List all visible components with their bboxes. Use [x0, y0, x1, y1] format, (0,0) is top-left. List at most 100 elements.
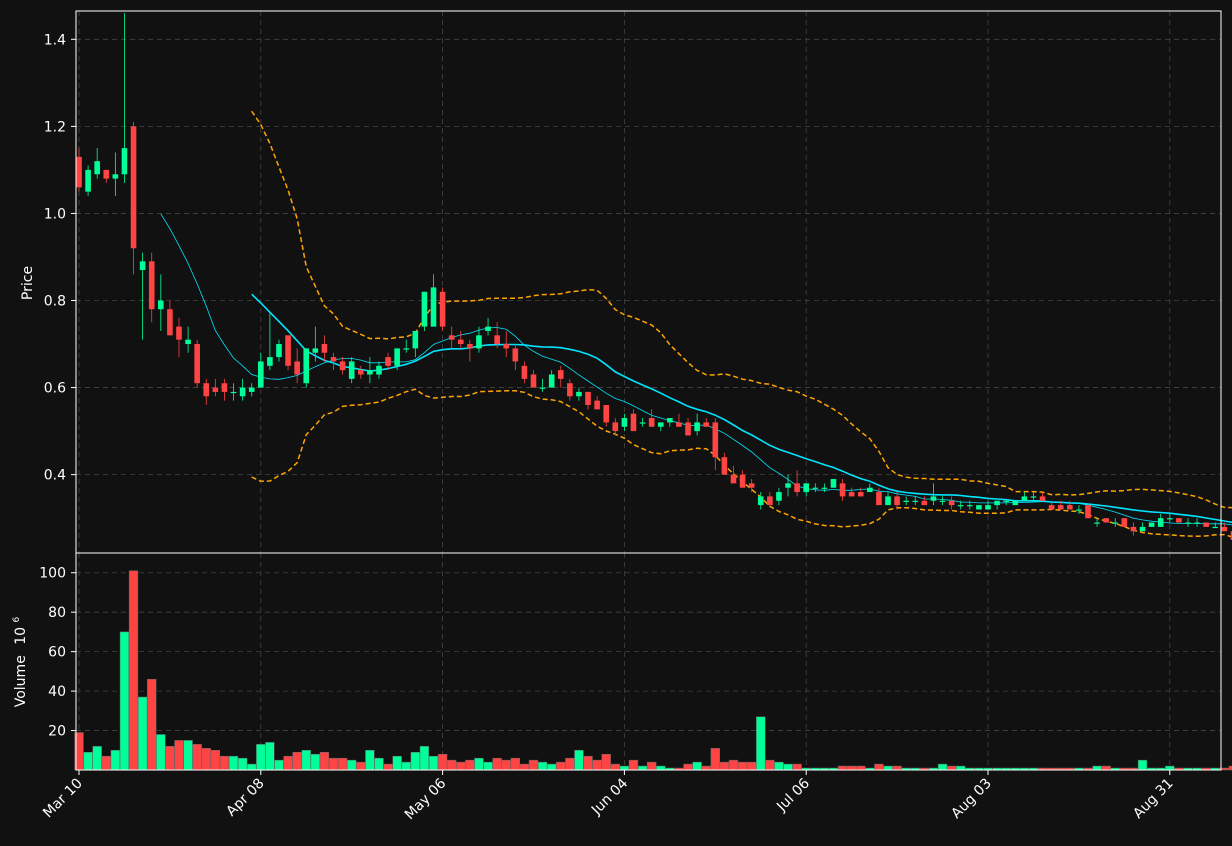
candle-body [803, 483, 809, 493]
volume-bar [292, 751, 302, 771]
candle-body [939, 500, 946, 502]
candle-body [557, 370, 564, 379]
volume-bar [583, 755, 593, 771]
candle-body [385, 357, 391, 366]
volume-bar [165, 746, 175, 771]
candle-body [1030, 496, 1037, 498]
candle-body [967, 505, 973, 507]
candle-body [776, 492, 782, 501]
candle-body [548, 374, 555, 388]
volume-bar [637, 765, 648, 771]
volume-bar [319, 751, 330, 771]
volume-y-tick-label: 80 [48, 605, 66, 621]
candle-body [930, 496, 937, 501]
candle-body [203, 383, 210, 397]
candle-body [848, 492, 855, 497]
candle-body [330, 357, 337, 362]
candle-body [412, 330, 419, 349]
volume-bar [547, 763, 557, 771]
volume-y-tick-label: 100 [39, 566, 66, 582]
candle-body [1185, 522, 1191, 524]
candle-body [1112, 522, 1119, 524]
volume-axis-label-exponent-power: 6 [12, 616, 22, 622]
volume-bar [847, 765, 857, 771]
volume-bar [574, 750, 584, 771]
candle-body [1148, 522, 1155, 527]
candle-body [112, 174, 119, 179]
candle-body [1221, 526, 1228, 532]
candle-body [912, 500, 919, 502]
candle-body [448, 335, 455, 340]
volume-bar [892, 765, 902, 771]
candle-body [1021, 496, 1028, 501]
candle-body [794, 483, 800, 493]
volume-bar [365, 750, 375, 771]
volume-bar [937, 763, 948, 771]
volume-bar [619, 765, 630, 771]
candle-body [357, 370, 364, 375]
candle-body [694, 422, 700, 432]
volume-bar [247, 763, 257, 771]
candle-body [194, 344, 200, 384]
candle-body [1003, 500, 1009, 502]
volume-bar [337, 757, 348, 771]
volume-axis-label: Volume 10 6 [12, 616, 29, 707]
volume-bar [1092, 765, 1102, 771]
candle-body [594, 400, 600, 410]
candle-body [730, 474, 737, 484]
candle-body [1176, 518, 1182, 523]
candle-body [339, 361, 346, 371]
candle-body [230, 391, 237, 394]
volume-bar [692, 761, 702, 771]
candle-body [294, 361, 300, 375]
volume-bar [347, 759, 357, 771]
candle-body [676, 422, 682, 427]
volume-bar [156, 734, 166, 771]
candle-body [957, 505, 964, 507]
volume-bar [147, 679, 157, 771]
stock-chart: 0.4 0.6 0.8 1.0 1.2 1.4 20 40 60 80 100 Mar 10 Apr… [0, 0, 1232, 842]
volume-bar [110, 750, 121, 771]
volume-bar [101, 755, 111, 771]
candle-body [685, 422, 691, 436]
volume-bar [283, 755, 293, 771]
candle-body [348, 361, 355, 379]
volume-y-tick-label: 40 [48, 684, 66, 700]
chart-svg: 0.40.60.81.01.21.4 20406080100 Mar 10 Apr… [0, 0, 1232, 842]
candle-body [785, 483, 791, 488]
candle-body [857, 492, 864, 497]
volume-bar [537, 761, 548, 771]
candle-body [648, 418, 655, 427]
candle-body [457, 339, 464, 345]
candle-body [485, 326, 491, 331]
volume-bar [383, 763, 393, 771]
candle-body [167, 309, 173, 336]
volume-bar [374, 757, 384, 771]
volume-bar [656, 765, 666, 771]
volume-bar [556, 761, 566, 771]
volume-bar [683, 763, 693, 771]
volume-bar [210, 750, 220, 771]
candle-body [867, 487, 873, 493]
volume-bar [128, 570, 139, 771]
volume-y-tick-label: 20 [48, 724, 66, 740]
volume-bar [774, 761, 784, 771]
volume-bar [174, 740, 184, 771]
volume-bar [201, 748, 211, 771]
volume-bar [183, 740, 193, 771]
candle-body [585, 391, 591, 405]
volume-bar [519, 763, 530, 771]
volume-bar [392, 755, 402, 771]
candle-body [894, 496, 900, 506]
candle-body [839, 483, 846, 497]
volume-bar [565, 757, 575, 771]
volume-bar [492, 757, 502, 771]
candle-body [403, 348, 410, 350]
volume-bar [401, 761, 411, 771]
volume-bar [628, 759, 639, 771]
volume-bar [456, 761, 466, 771]
volume-bar [946, 765, 957, 771]
price-y-tick-label: 0.6 [44, 381, 66, 397]
candle-body [1194, 522, 1200, 524]
price-y-tick-label: 1.0 [44, 206, 66, 222]
